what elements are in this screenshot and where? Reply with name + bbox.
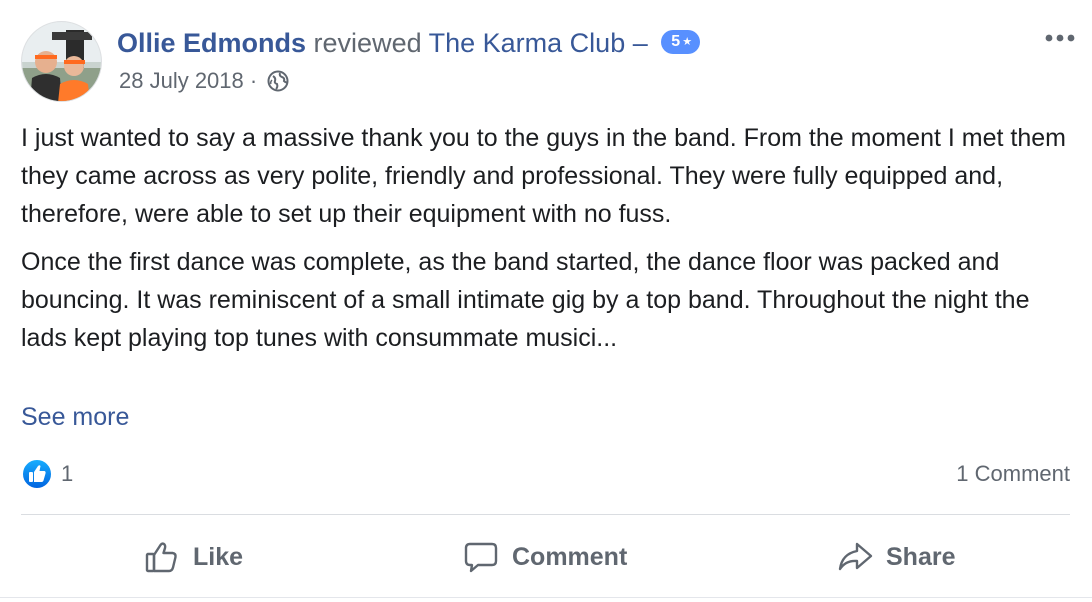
more-options-icon[interactable] xyxy=(1042,26,1078,50)
post-meta: 28 July 2018 · xyxy=(119,66,289,100)
review-text: I just wanted to say a massive thank you… xyxy=(21,119,1079,367)
share-button[interactable]: Share xyxy=(836,532,955,582)
rating-value: 5 xyxy=(671,33,681,51)
see-more-link[interactable]: See more xyxy=(21,398,129,436)
post-date-link[interactable]: 28 July 2018 xyxy=(119,68,244,93)
comment-count-link[interactable]: 1 Comment xyxy=(956,458,1070,490)
comment-bubble-icon xyxy=(464,542,498,573)
like-label: Like xyxy=(193,542,244,571)
like-reaction-icon xyxy=(21,458,53,490)
author-avatar[interactable] xyxy=(21,21,102,102)
review-paragraph-2: Once the first dance was complete, as th… xyxy=(21,248,1030,352)
like-count: 1 xyxy=(61,461,74,486)
avatar-photo xyxy=(22,22,101,101)
comment-label: Comment xyxy=(512,542,628,571)
reactions-summary[interactable]: 1 xyxy=(21,457,73,491)
review-post-card: Ollie Edmonds reviewed The Karma Club – … xyxy=(0,0,1092,602)
review-paragraph-1: I just wanted to say a massive thank you… xyxy=(21,124,1066,228)
share-arrow-icon xyxy=(838,542,873,571)
reviewed-verb: reviewed xyxy=(313,28,422,58)
author-name-link[interactable]: Ollie Edmonds xyxy=(117,28,306,58)
actions-divider xyxy=(21,514,1070,515)
review-header: Ollie Edmonds reviewed The Karma Club – … xyxy=(117,26,701,60)
star-icon: ★ xyxy=(682,36,693,49)
thumbs-up-icon xyxy=(145,542,177,573)
page-name-link[interactable]: The Karma Club xyxy=(429,28,626,58)
rating-badge: 5 ★ xyxy=(661,30,701,55)
globe-icon[interactable] xyxy=(267,70,289,100)
comment-button[interactable]: Comment xyxy=(462,532,627,582)
header-dash: – xyxy=(632,28,648,58)
like-button[interactable]: Like xyxy=(143,532,243,582)
card-bottom-border xyxy=(0,597,1092,598)
share-label: Share xyxy=(886,542,956,571)
meta-separator: · xyxy=(249,68,258,93)
